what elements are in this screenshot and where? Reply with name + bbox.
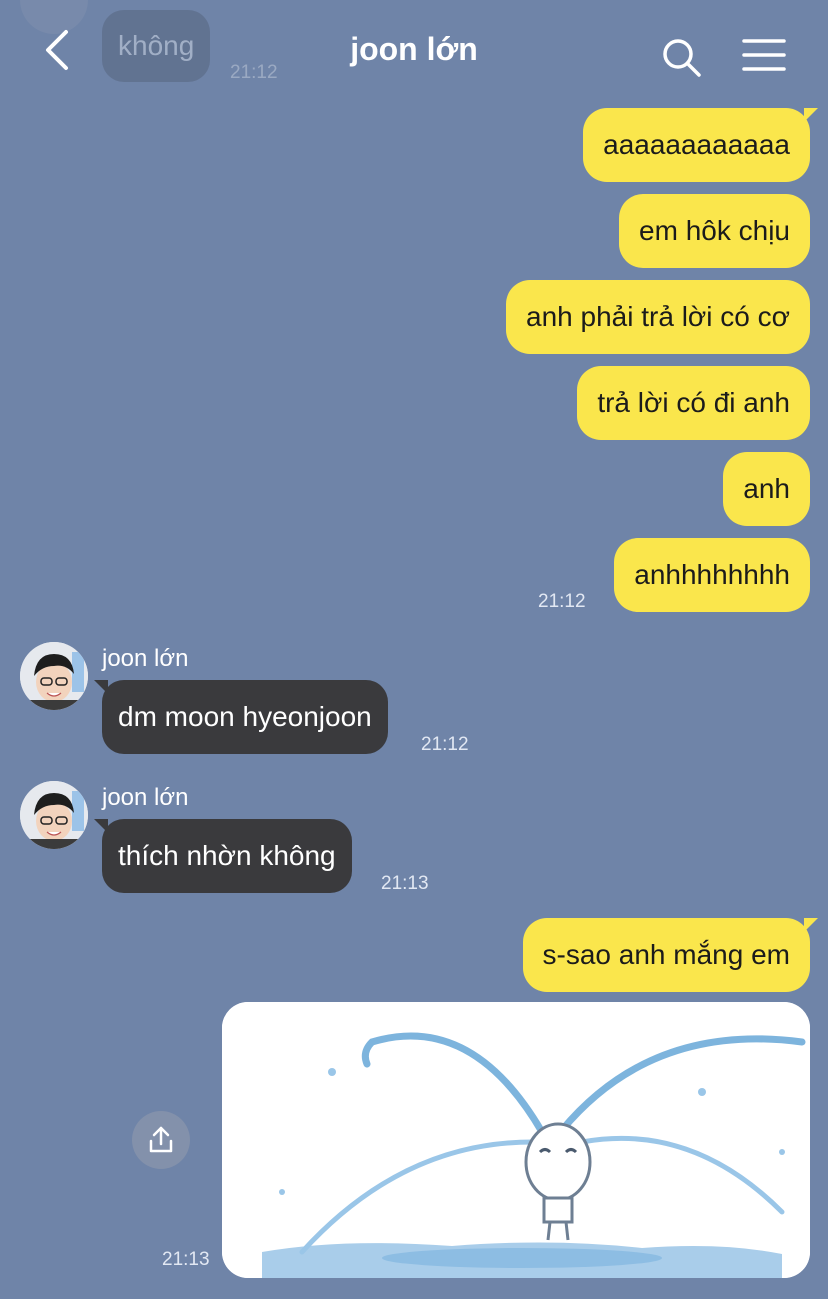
message-bubble-incoming[interactable]: dm moon hyeonjoon: [94, 680, 388, 754]
avatar[interactable]: [20, 642, 88, 710]
message-bubble-outgoing[interactable]: em hôk chịu: [619, 194, 810, 268]
image-message[interactable]: [222, 1002, 810, 1278]
avatar-image: [20, 642, 88, 710]
message-bubble-outgoing[interactable]: anh: [723, 452, 810, 526]
message-time: 21:13: [162, 1249, 210, 1270]
hamburger-menu-icon: [742, 39, 786, 71]
share-icon: [149, 1126, 173, 1153]
search-icon: [663, 39, 701, 77]
search-button[interactable]: [660, 36, 704, 80]
message-bubble-outgoing[interactable]: s-sao anh mắng em: [522, 918, 819, 992]
message-bubble-incoming[interactable]: thích nhờn không: [94, 819, 352, 893]
message-bubble-outgoing[interactable]: anhhhhhhhh: [614, 538, 810, 612]
menu-button[interactable]: [740, 36, 788, 76]
message-time: 21:12: [538, 591, 586, 612]
avatar[interactable]: [20, 781, 88, 849]
back-button[interactable]: [40, 26, 84, 74]
chevron-left-icon: [46, 30, 68, 70]
message-bubble-outgoing[interactable]: anh phải trả lời có cơ: [506, 280, 810, 354]
message-time: 21:13: [381, 873, 429, 894]
avatar-image: [20, 781, 88, 849]
crying-character-sticker: [222, 1002, 810, 1278]
share-button[interactable]: [132, 1111, 190, 1169]
message-bubble-outgoing[interactable]: trả lời có đi anh: [577, 366, 810, 440]
message-bubble-outgoing[interactable]: aaaaaaaaaaaa: [583, 108, 818, 182]
sender-name: joon lớn: [102, 784, 189, 811]
message-time: 21:12: [421, 734, 469, 755]
sender-name: joon lớn: [102, 645, 189, 672]
